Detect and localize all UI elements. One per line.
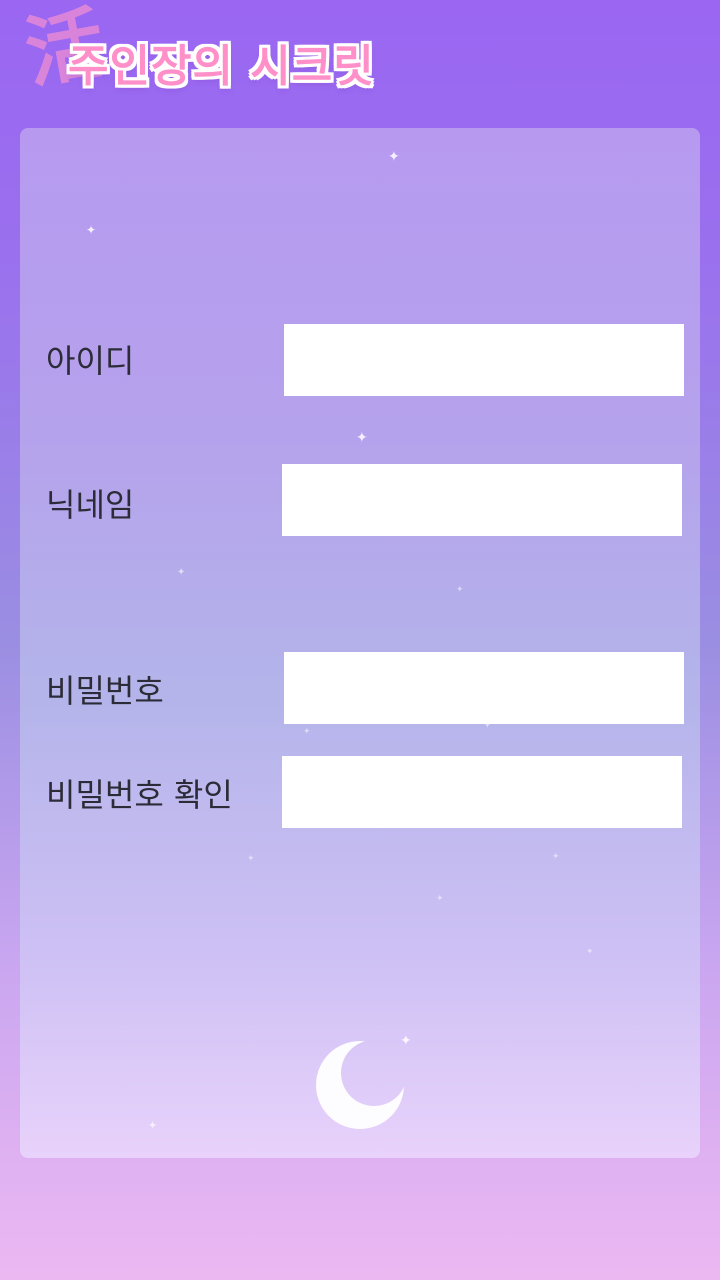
star-icon: ✦ <box>552 852 560 862</box>
password-input[interactable] <box>284 652 684 724</box>
star-icon: ✦ <box>356 430 368 446</box>
password-confirm-input[interactable] <box>282 756 682 828</box>
password-label: 비밀번호 <box>46 672 164 710</box>
star-icon: ✦ <box>456 585 464 595</box>
password-confirm-label: 비밀번호 확인 <box>46 776 233 814</box>
signup-panel: ✦ ✦ ✦ ✦ ✦ ✦ ✦ ✦ ✦ ✦ ✦ ✦ ✦ 아이디 닉네임 비밀번호 비… <box>20 128 700 1158</box>
star-icon: ✦ <box>436 894 444 904</box>
app-header: 活 주인장의 시크릿 <box>0 0 720 120</box>
star-icon: ✦ <box>177 567 186 578</box>
star-icon: ✦ <box>303 727 311 737</box>
nickname-label: 닉네임 <box>46 486 135 524</box>
star-icon: ✦ <box>247 854 255 864</box>
star-icon: ✦ <box>586 947 594 957</box>
crescent-moon-icon <box>316 1041 404 1129</box>
id-input[interactable] <box>284 324 684 396</box>
star-icon: ✦ <box>148 1119 158 1132</box>
app-title: 주인장의 시크릿 <box>68 41 375 92</box>
star-icon: ✦ <box>388 149 400 165</box>
star-icon: ✦ <box>86 223 97 237</box>
id-label: 아이디 <box>46 342 135 380</box>
nickname-input[interactable] <box>282 464 682 536</box>
